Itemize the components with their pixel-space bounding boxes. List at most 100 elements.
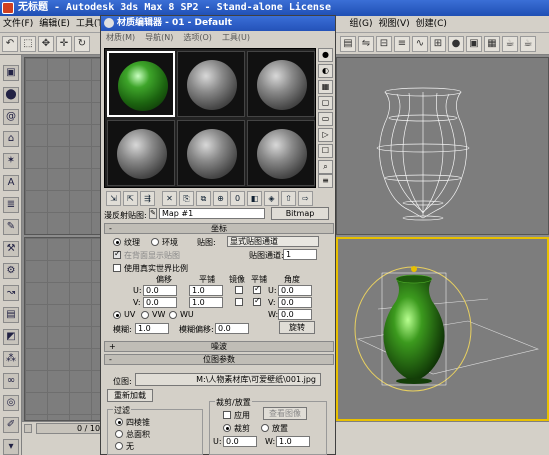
reload-button[interactable]: 重新加载 <box>107 389 153 402</box>
select-by-material-icon[interactable]: ⌕ <box>318 160 333 174</box>
u-tile-checkbox[interactable] <box>253 284 261 294</box>
menu-edit[interactable]: 编辑(E) <box>36 16 73 32</box>
crop-u-field[interactable]: 0.0 <box>223 436 257 447</box>
material-navigator-icon[interactable]: ≡ <box>318 174 333 188</box>
real-world-scale-checkbox[interactable] <box>113 264 121 272</box>
map-name-field[interactable]: Map #1 <box>159 208 265 219</box>
filter-none-radio[interactable] <box>115 442 123 450</box>
sample-slot-6[interactable] <box>247 120 315 186</box>
material-editor-icon[interactable]: ● <box>448 36 464 52</box>
crop-radio[interactable] <box>223 424 231 432</box>
v-mirror-checkbox[interactable] <box>235 298 243 306</box>
ring-icon[interactable]: ◎ <box>3 395 19 411</box>
spiral-icon[interactable]: @ <box>3 109 19 125</box>
tool-icon[interactable]: ⚒ <box>3 241 19 257</box>
material-effects-icon[interactable]: 0 <box>230 191 245 206</box>
uv-tiling-icon[interactable]: ▢ <box>318 96 333 110</box>
camera-icon[interactable]: ◩ <box>3 329 19 345</box>
environment-radio[interactable] <box>151 238 159 246</box>
paint-icon[interactable]: ✐ <box>3 417 19 433</box>
bitmap-path-button[interactable]: M:\人物素材库\可爱壁纸\001.jpg <box>135 373 321 386</box>
v-tile-checkbox[interactable] <box>253 296 261 306</box>
go-to-parent-icon[interactable]: ⇧ <box>281 191 296 206</box>
wu-radio[interactable] <box>169 311 177 319</box>
map-channel-field[interactable]: 1 <box>283 249 317 260</box>
sample-slot-1[interactable] <box>107 51 175 117</box>
reset-map-icon[interactable]: ✕ <box>162 191 177 206</box>
timeline-left-icon[interactable] <box>24 424 32 433</box>
sheet-icon[interactable]: ▤ <box>3 307 19 323</box>
align-icon[interactable]: ⊟ <box>376 36 392 52</box>
wrench-icon[interactable]: ⚙ <box>3 263 19 279</box>
apply-checkbox[interactable] <box>223 411 231 419</box>
app-icon[interactable] <box>2 2 14 14</box>
show-on-back-checkbox[interactable] <box>113 249 121 259</box>
path-icon[interactable]: ↝ <box>3 285 19 301</box>
layers-icon[interactable]: ≡ <box>394 36 410 52</box>
view-image-button[interactable]: 查看图像 <box>263 407 307 420</box>
move-icon[interactable]: ✛ <box>56 36 72 52</box>
create-box-icon[interactable]: ▣ <box>3 65 19 81</box>
sample-slot-3[interactable] <box>247 51 315 117</box>
create-cylinder-icon[interactable]: ⬤ <box>3 87 19 103</box>
bitmap-params-rollout[interactable]: - 位图参数 <box>104 354 334 365</box>
me-menu-options[interactable]: 选项(O) <box>178 33 217 42</box>
sample-type-icon[interactable]: ● <box>318 48 333 62</box>
mirror-icon[interactable]: ⇋ <box>358 36 374 52</box>
make-preview-icon[interactable]: ▷ <box>318 128 333 142</box>
star-icon[interactable]: ✶ <box>3 153 19 169</box>
options-icon[interactable]: ☐ <box>318 144 333 158</box>
menu-views[interactable]: 视图(V) <box>375 16 412 32</box>
filter-summed-area-radio[interactable] <box>115 430 123 438</box>
u-tiling-field[interactable]: 1.0 <box>189 285 223 296</box>
copy-material-icon[interactable]: ⎘ <box>179 191 194 206</box>
me-menu-utilities[interactable]: 工具(U) <box>217 33 255 42</box>
connect-icon[interactable]: ∞ <box>3 373 19 389</box>
u-angle-field[interactable]: 0.0 <box>278 285 312 296</box>
background-icon[interactable]: ▦ <box>318 80 333 94</box>
curve-editor-icon[interactable]: ∿ <box>412 36 428 52</box>
make-unique-icon[interactable]: ⧉ <box>196 191 211 206</box>
quick-render-icon[interactable]: ☕ <box>502 36 518 52</box>
stack-icon[interactable]: ≣ <box>3 197 19 213</box>
assign-material-icon[interactable]: ⇶ <box>140 191 155 206</box>
scatter-icon[interactable]: ⁂ <box>3 351 19 367</box>
me-menu-navigation[interactable]: 导航(N) <box>140 33 178 42</box>
select-region-icon[interactable]: ⬚ <box>20 36 36 52</box>
undo-icon[interactable]: ↶ <box>2 36 18 52</box>
place-radio[interactable] <box>261 424 269 432</box>
sample-slot-2[interactable] <box>177 51 245 117</box>
get-material-icon[interactable]: ⇲ <box>106 191 121 206</box>
v-tiling-field[interactable]: 1.0 <box>189 297 223 308</box>
u-mirror-checkbox[interactable] <box>235 286 243 294</box>
schematic-icon[interactable]: ⊞ <box>430 36 446 52</box>
render-frame-icon[interactable]: ▦ <box>484 36 500 52</box>
filter-pyramidal-radio[interactable] <box>115 418 123 426</box>
blur-offset-field[interactable]: 0.0 <box>215 323 249 334</box>
v-angle-field[interactable]: 0.0 <box>278 297 312 308</box>
teapot-icon[interactable]: ⌂ <box>3 131 19 147</box>
uv-radio[interactable] <box>113 311 121 319</box>
put-to-library-icon[interactable]: ⊕ <box>213 191 228 206</box>
eyedropper-icon[interactable]: ✎ <box>149 208 157 219</box>
backlight-icon[interactable]: ◐ <box>318 64 333 78</box>
named-selection-icon[interactable]: ▤ <box>340 36 356 52</box>
video-check-icon[interactable]: ▭ <box>318 112 333 126</box>
more-tools-icon[interactable]: ▾ <box>3 439 19 455</box>
vw-radio[interactable] <box>141 311 149 319</box>
mapping-dropdown[interactable]: 显式贴图通道 <box>227 236 319 247</box>
viewport-front[interactable] <box>336 57 549 235</box>
put-to-scene-icon[interactable]: ⇱ <box>123 191 138 206</box>
text-icon[interactable]: A <box>3 175 19 191</box>
pen-icon[interactable]: ✎ <box>3 219 19 235</box>
select-move-icon[interactable]: ✥ <box>38 36 54 52</box>
show-map-icon[interactable]: ◧ <box>247 191 262 206</box>
noise-rollout[interactable]: + 噪波 <box>104 341 334 352</box>
rotate-button[interactable]: 旋转 <box>279 321 315 334</box>
go-forward-sibling-icon[interactable]: ⇨ <box>298 191 313 206</box>
sample-slot-5[interactable] <box>177 120 245 186</box>
map-type-button[interactable]: Bitmap <box>271 207 329 220</box>
texture-radio[interactable] <box>113 238 121 246</box>
rotate-icon[interactable]: ↻ <box>74 36 90 52</box>
render-last-icon[interactable]: ☕ <box>520 36 536 52</box>
